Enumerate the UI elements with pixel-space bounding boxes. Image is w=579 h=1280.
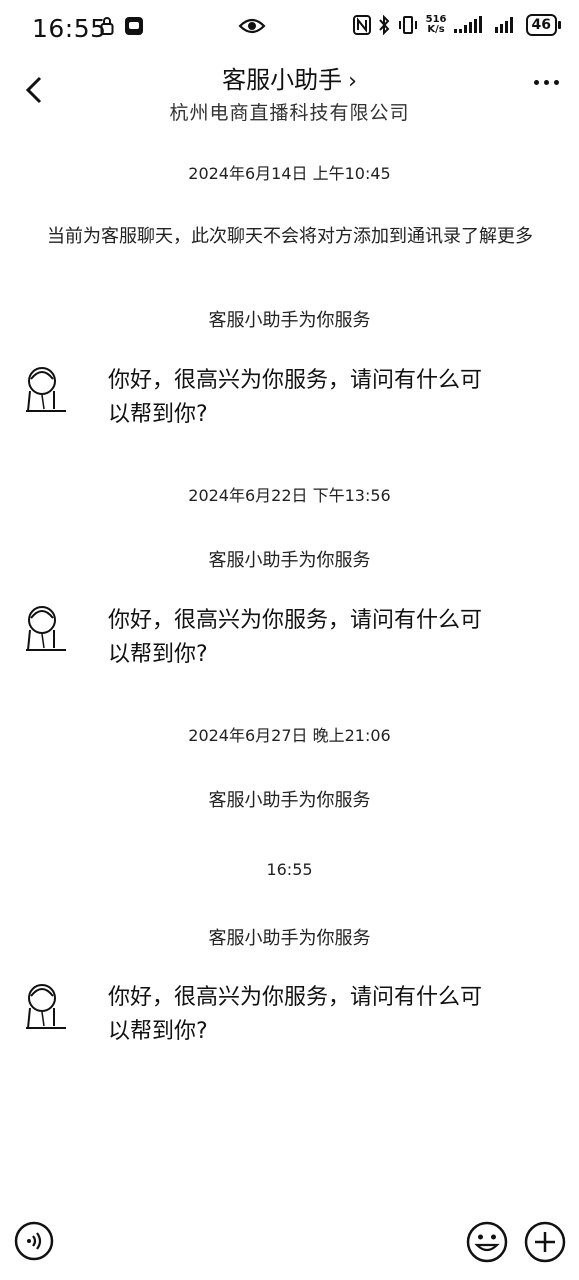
status-bar: 16:55 516 K/s 46 [0, 0, 579, 58]
eye-icon [238, 18, 266, 34]
battery-indicator: 46 [525, 14, 562, 36]
system-message: 客服小助手为你服务 [208, 550, 371, 571]
input-bar [0, 1205, 579, 1280]
status-right-icons: 516 K/s 46 [352, 14, 562, 36]
status-left-icons [100, 16, 144, 36]
timestamp: 2024年6月14日 上午10:45 [188, 164, 391, 183]
lock-icon [100, 17, 114, 35]
status-time: 16:55 [32, 14, 107, 43]
system-message: 客服小助手为你服务 [208, 928, 371, 949]
emoji-icon[interactable] [466, 1221, 508, 1263]
system-message: 客服小助手为你服务 [208, 790, 371, 811]
net-speed-unit: K/s [427, 24, 445, 35]
bluetooth-icon [378, 15, 390, 35]
agent-avatar[interactable] [18, 600, 70, 660]
customer-service-notice[interactable]: 当前为客服聊天，此次聊天不会将对方添加到通讯录了解更多 [40, 224, 540, 249]
timestamp: 2024年6月27日 晚上21:06 [188, 726, 391, 745]
agent-avatar[interactable] [18, 361, 70, 421]
agent-message: 你好，很高兴为你服务，请问有什么可以帮到你? [108, 608, 483, 667]
wifi-signal-icon [453, 16, 482, 33]
chat-title[interactable]: 客服小助手 › [0, 60, 579, 95]
net-speed: 516 K/s [426, 15, 447, 35]
timestamp: 2024年6月22日 下午13:56 [188, 486, 391, 505]
agent-avatar[interactable] [18, 978, 70, 1038]
timestamp: 16:55 [266, 860, 313, 879]
chevron-right-icon: › [348, 69, 357, 94]
chat-title-text: 客服小助手 [222, 66, 343, 94]
cell-signal-icon [494, 17, 513, 33]
agent-message: 你好，很高兴为你服务，请问有什么可以帮到你? [108, 368, 483, 427]
vibrate-icon [398, 16, 417, 34]
voice-icon[interactable] [14, 1221, 54, 1261]
message-icon [125, 17, 143, 35]
system-message: 客服小助手为你服务 [208, 310, 371, 331]
nfc-icon [352, 15, 371, 35]
chat-subtitle: 杭州电商直播科技有限公司 [169, 102, 410, 124]
agent-message: 你好，很高兴为你服务，请问有什么可以帮到你? [108, 985, 483, 1044]
more-icon[interactable] [534, 80, 559, 85]
plus-icon[interactable] [524, 1221, 566, 1263]
chat-header: 客服小助手 › 杭州电商直播科技有限公司 [0, 58, 579, 128]
